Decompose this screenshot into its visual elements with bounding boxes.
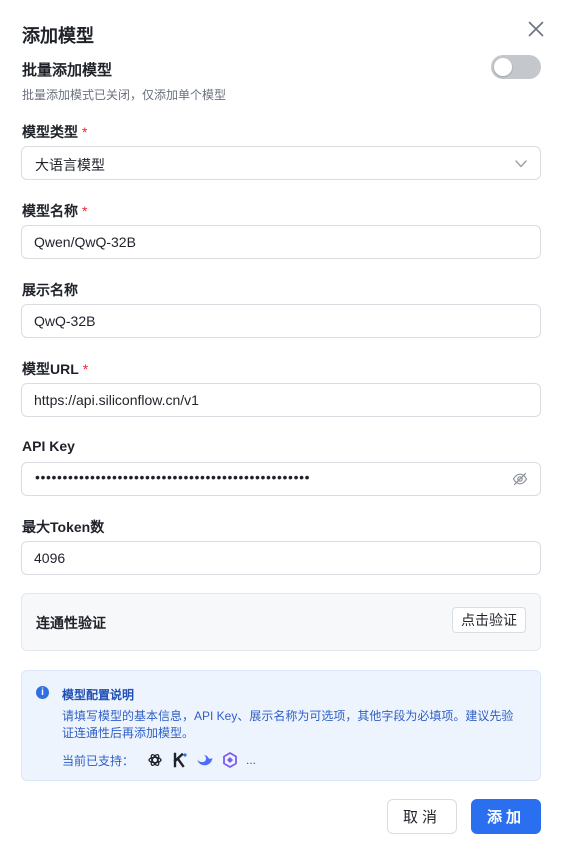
deepseek-logo-icon: [196, 751, 214, 769]
display-name-input[interactable]: [34, 305, 504, 337]
model-name-field[interactable]: [21, 225, 541, 259]
api-key-label: API Key: [22, 438, 75, 454]
model-url-label: 模型URL *: [22, 359, 88, 379]
model-name-input[interactable]: [34, 226, 504, 258]
display-name-label-text: 展示名称: [22, 282, 78, 298]
required-mark: *: [82, 361, 89, 377]
connectivity-panel: 连通性验证 点击验证: [21, 593, 541, 651]
model-url-label-text: 模型URL: [22, 361, 79, 377]
model-config-info: i 模型配置说明 请填写模型的基本信息，API Key、展示名称为可选项，其他字…: [21, 670, 541, 781]
model-type-label-text: 模型类型: [22, 124, 78, 140]
close-icon[interactable]: [526, 19, 546, 39]
kimi-logo-icon: [171, 751, 189, 769]
api-key-masked-value[interactable]: ••••••••••••••••••••••••••••••••••••••••…: [35, 469, 310, 485]
display-name-label: 展示名称: [22, 280, 78, 300]
batch-add-toggle[interactable]: [491, 55, 541, 79]
dialog-title: 添加模型: [22, 26, 94, 46]
model-url-field[interactable]: [21, 383, 541, 417]
more-providers: ...: [246, 753, 257, 767]
cancel-button[interactable]: 取消: [387, 799, 457, 834]
add-button[interactable]: 添加: [471, 799, 541, 834]
add-model-dialog: 添加模型 批量添加模型 批量添加模式已关闭，仅添加单个模型 模型类型 * 大语言模…: [0, 0, 565, 854]
chevron-down-icon: [514, 157, 528, 175]
connectivity-label: 连通性验证: [36, 615, 106, 631]
verify-button[interactable]: 点击验证: [452, 607, 526, 633]
info-title: 模型配置说明: [62, 688, 135, 702]
supported-providers: 当前已支持： ...: [62, 751, 256, 769]
max-tokens-field[interactable]: [21, 541, 541, 575]
batch-add-description: 批量添加模式已关闭，仅添加单个模型: [22, 88, 227, 102]
eye-off-icon[interactable]: [512, 472, 528, 491]
toggle-knob: [494, 58, 512, 76]
model-url-input[interactable]: [34, 384, 504, 416]
model-type-select[interactable]: 大语言模型: [21, 146, 541, 180]
info-text: 请填写模型的基本信息，API Key、展示名称为可选项，其他字段为必填项。建议先…: [62, 709, 514, 740]
max-tokens-label: 最大Token数: [22, 517, 104, 537]
display-name-field[interactable]: [21, 304, 541, 338]
api-key-field[interactable]: ••••••••••••••••••••••••••••••••••••••••…: [21, 462, 541, 496]
model-name-label: 模型名称 *: [22, 201, 87, 221]
model-name-label-text: 模型名称: [22, 203, 78, 219]
required-mark: *: [82, 203, 88, 219]
supported-label: 当前已支持：: [62, 753, 135, 768]
batch-add-label: 批量添加模型: [22, 62, 113, 79]
info-icon: i: [36, 686, 49, 699]
api-key-label-text: API Key: [22, 438, 75, 454]
model-type-value: 大语言模型: [35, 157, 105, 173]
max-tokens-label-text: 最大Token数: [22, 519, 105, 535]
openai-logo-icon: [146, 751, 164, 769]
required-mark: *: [82, 124, 88, 140]
model-type-label: 模型类型 *: [22, 122, 87, 142]
qwen-logo-icon: [221, 751, 239, 769]
max-tokens-input[interactable]: [34, 542, 504, 574]
